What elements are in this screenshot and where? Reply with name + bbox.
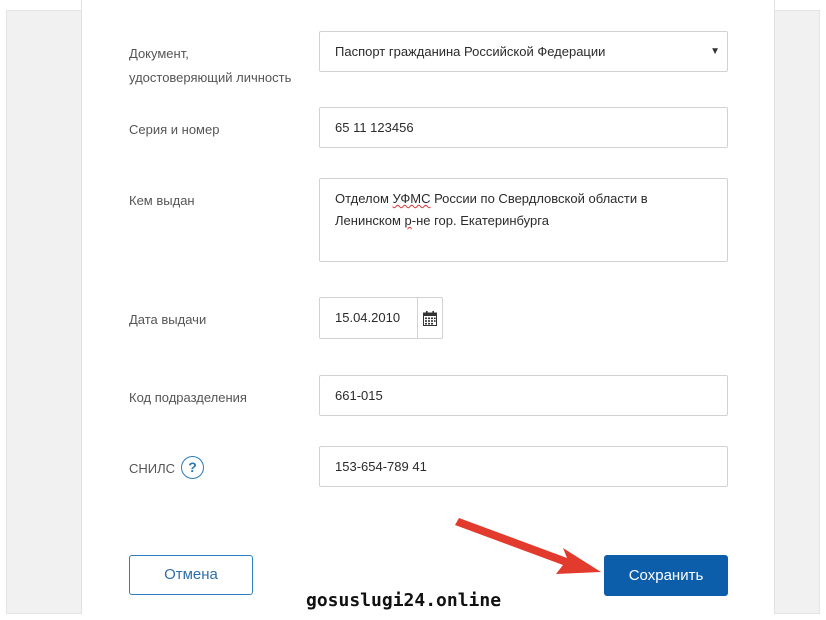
right-gutter <box>775 11 819 613</box>
issued-by-text: Ленинском <box>335 213 405 228</box>
issued-by-text: России по Свердловской области в <box>430 191 648 206</box>
issue-date-label: Дата выдачи <box>129 312 207 327</box>
calendar-icon[interactable] <box>417 298 442 338</box>
issued-by-flagged-word: УФМС <box>392 191 431 206</box>
issued-by-line1: Отделом УФМС России по Свердловской обла… <box>335 188 712 210</box>
caret-down-icon: ▼ <box>710 46 720 57</box>
division-code-input[interactable]: 661-015 <box>319 375 728 416</box>
document-label-line2: удостоверяющий личность <box>129 70 292 85</box>
snils-value: 153-654-789 41 <box>335 459 427 474</box>
watermark: gosuslugi24.online <box>306 590 502 611</box>
issued-by-line2: Ленинском р-не гор. Екатеринбурга <box>335 210 712 232</box>
issued-by-text: -не гор. Екатеринбурга <box>411 213 549 228</box>
document-type-value: Паспорт гражданина Российской Федерации <box>335 44 606 59</box>
issue-date-input[interactable]: 15.04.2010 <box>319 297 443 339</box>
series-number-input[interactable]: 65 11 123456 <box>319 107 728 148</box>
help-icon[interactable]: ? <box>181 456 204 479</box>
document-label-line1: Документ, <box>129 46 189 61</box>
save-button[interactable]: Сохранить <box>604 555 728 596</box>
cancel-button[interactable]: Отмена <box>129 555 253 595</box>
series-number-label: Серия и номер <box>129 122 220 137</box>
division-code-value: 661-015 <box>335 388 383 403</box>
division-code-label: Код подразделения <box>129 390 247 405</box>
issue-date-value: 15.04.2010 <box>335 310 401 325</box>
snils-input[interactable]: 153-654-789 41 <box>319 446 728 487</box>
document-type-select[interactable]: Паспорт гражданина Российской Федерации … <box>319 31 728 72</box>
left-gutter <box>7 11 81 613</box>
issued-by-label: Кем выдан <box>129 193 195 208</box>
snils-label: СНИЛС <box>129 461 176 476</box>
series-number-value: 65 11 123456 <box>335 120 414 135</box>
document-label: Документ, удостоверяющий личность <box>129 43 291 88</box>
issued-by-text: Отделом <box>335 191 393 206</box>
red-arrow-icon <box>455 518 601 574</box>
issued-by-flagged-word: р <box>404 213 412 228</box>
issued-by-textarea[interactable]: Отделом УФМС России по Свердловской обла… <box>319 178 728 262</box>
